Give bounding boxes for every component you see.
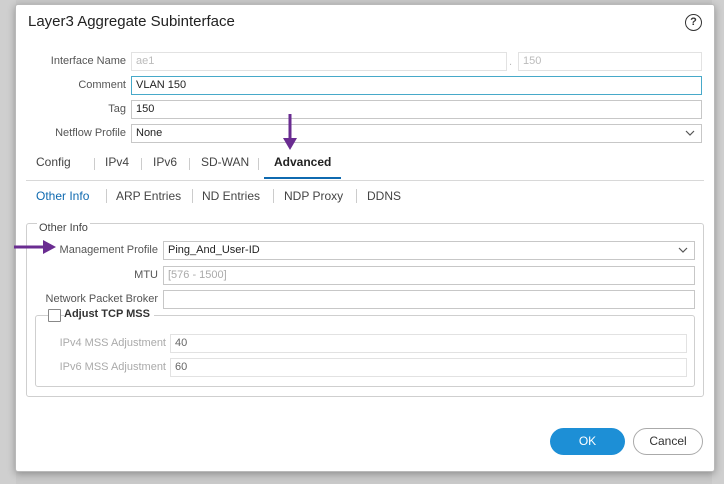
comment-input[interactable]: VLAN 150: [131, 76, 702, 95]
subtab-ndp-proxy[interactable]: NDP Proxy: [284, 189, 343, 203]
ok-button[interactable]: OK: [550, 428, 625, 455]
other-info-group: Other Info Management Profile Ping_And_U…: [26, 222, 704, 397]
help-icon[interactable]: ?: [685, 14, 702, 31]
network-packet-broker-label: Network Packet Broker: [45, 293, 158, 305]
network-packet-broker-input[interactable]: [163, 290, 695, 309]
mtu-input[interactable]: [576 - 1500]: [163, 266, 695, 285]
subtab-ddns[interactable]: DDNS: [367, 189, 401, 203]
tab-ipv6[interactable]: IPv6: [153, 152, 177, 179]
ipv6-mss-input: 60: [170, 358, 687, 377]
tab-advanced[interactable]: Advanced: [264, 152, 342, 179]
management-profile-select[interactable]: Ping_And_User-ID: [163, 241, 695, 260]
subtab-divider: [356, 189, 357, 203]
main-tabs: Config IPv4 IPv6 SD-WAN Advanced: [26, 152, 704, 181]
adjust-tcp-mss-group: Adjust TCP MSS IPv4 MSS Adjustment 40 IP…: [35, 308, 695, 387]
tag-input[interactable]: 150: [131, 100, 702, 119]
other-info-title: Other Info: [37, 222, 90, 234]
ipv4-mss-input: 40: [170, 334, 687, 353]
subtab-divider: [106, 189, 107, 203]
dialog-titlebar: Layer3 Aggregate Subinterface ?: [16, 5, 714, 39]
tab-divider: [94, 158, 95, 170]
subtab-other-info[interactable]: Other Info: [36, 189, 89, 203]
interface-name-field: ae1: [131, 52, 507, 71]
chevron-down-icon: [685, 130, 695, 136]
adjust-tcp-mss-checkbox[interactable]: [48, 309, 61, 322]
interface-suffix-field: 150: [518, 52, 702, 71]
comment-label: Comment: [78, 79, 126, 91]
tab-sd-wan[interactable]: SD-WAN: [201, 152, 249, 179]
tab-divider: [258, 158, 259, 170]
annotation-arrow-down-icon: [283, 114, 297, 150]
netflow-select[interactable]: None: [131, 124, 702, 143]
subinterface-dialog: Layer3 Aggregate Subinterface ? Interfac…: [15, 4, 715, 472]
subtab-divider: [273, 189, 274, 203]
tab-config[interactable]: Config: [36, 152, 71, 179]
mtu-label: MTU: [134, 269, 158, 281]
advanced-subtabs: Other Info ARP Entries ND Entries NDP Pr…: [26, 186, 704, 210]
adjust-tcp-mss-label: Adjust TCP MSS: [64, 308, 154, 320]
interface-name-label: Interface Name: [50, 55, 126, 67]
chevron-down-icon: [678, 247, 688, 253]
subtab-nd-entries[interactable]: ND Entries: [202, 189, 260, 203]
cancel-button[interactable]: Cancel: [633, 428, 703, 455]
annotation-arrow-right-icon: [14, 240, 56, 254]
tab-divider: [141, 158, 142, 170]
netflow-value: None: [136, 127, 163, 139]
interface-separator: .: [509, 56, 513, 68]
subtab-arp-entries[interactable]: ARP Entries: [116, 189, 181, 203]
tab-divider: [189, 158, 190, 170]
netflow-label: Netflow Profile: [55, 127, 126, 139]
subtab-divider: [192, 189, 193, 203]
tag-label: Tag: [108, 103, 126, 115]
tab-ipv4[interactable]: IPv4: [105, 152, 129, 179]
ipv4-mss-label: IPv4 MSS Adjustment: [59, 337, 166, 349]
management-profile-value: Ping_And_User-ID: [168, 244, 260, 256]
dialog-title: Layer3 Aggregate Subinterface: [28, 13, 235, 30]
ipv6-mss-label: IPv6 MSS Adjustment: [59, 361, 166, 373]
